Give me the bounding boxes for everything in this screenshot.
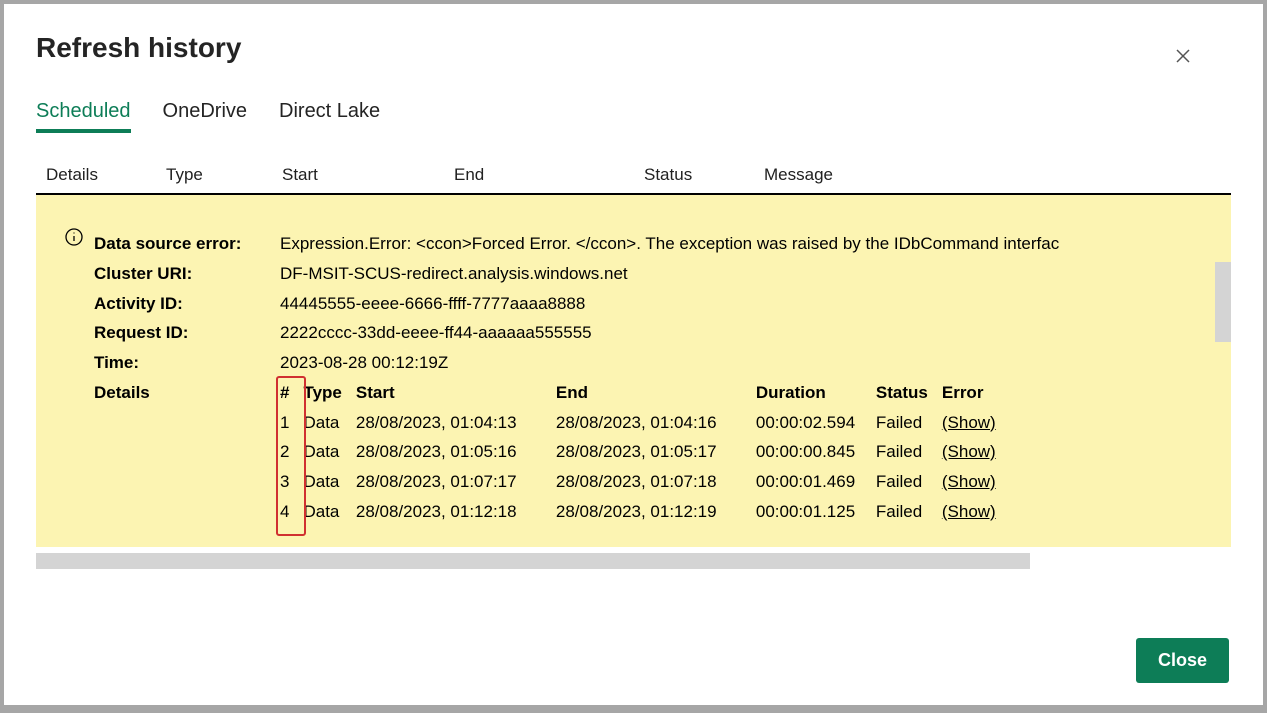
column-headers: Details Type Start End Status Message: [36, 165, 1231, 195]
col-type: Type: [166, 165, 282, 185]
cell-status: Failed: [876, 467, 942, 497]
cell-end: 28/08/2023, 01:07:18: [556, 467, 756, 497]
dh-error: Error: [942, 378, 1010, 408]
cell-duration: 00:00:00.845: [756, 437, 876, 467]
label-details: Details: [94, 378, 280, 408]
col-message: Message: [764, 165, 1231, 185]
dh-type: Type: [303, 378, 355, 408]
cell-duration: 00:00:01.469: [756, 467, 876, 497]
details-table: # Type Start End Duration Status Error 1…: [280, 378, 1010, 527]
label-activity-id: Activity ID:: [94, 289, 280, 319]
col-details: Details: [46, 165, 166, 185]
cell-duration: 00:00:01.125: [756, 497, 876, 527]
value-time: 2023-08-28 00:12:19Z: [280, 348, 448, 378]
cell-start: 28/08/2023, 01:04:13: [356, 408, 556, 438]
highlight-box: [276, 376, 306, 536]
value-request-id: 2222cccc-33dd-eeee-ff44-aaaaaa555555: [280, 318, 592, 348]
value-activity-id: 44445555-eeee-6666-ffff-7777aaaa8888: [280, 289, 585, 319]
page-title: Refresh history: [36, 32, 1231, 64]
show-error-link[interactable]: (Show): [942, 413, 996, 432]
cell-status: Failed: [876, 497, 942, 527]
close-icon[interactable]: [1171, 44, 1195, 68]
table-row: 1Data28/08/2023, 01:04:1328/08/2023, 01:…: [280, 408, 1010, 438]
cell-duration: 00:00:02.594: [756, 408, 876, 438]
cell-end: 28/08/2023, 01:05:17: [556, 437, 756, 467]
cell-start: 28/08/2023, 01:12:18: [356, 497, 556, 527]
label-cluster-uri: Cluster URI:: [94, 259, 280, 289]
tab-onedrive[interactable]: OneDrive: [163, 100, 247, 133]
cell-start: 28/08/2023, 01:05:16: [356, 437, 556, 467]
col-end: End: [454, 165, 644, 185]
dh-status: Status: [876, 378, 942, 408]
tabs: Scheduled OneDrive Direct Lake: [36, 100, 1231, 133]
error-panel: Data source error: Expression.Error: <cc…: [36, 195, 1231, 547]
cell-status: Failed: [876, 408, 942, 438]
cell-status: Failed: [876, 437, 942, 467]
table-row: 3Data28/08/2023, 01:07:1728/08/2023, 01:…: [280, 467, 1010, 497]
table-row: 2Data28/08/2023, 01:05:1628/08/2023, 01:…: [280, 437, 1010, 467]
cell-end: 28/08/2023, 01:04:16: [556, 408, 756, 438]
dh-duration: Duration: [756, 378, 876, 408]
cell-type: Data: [303, 497, 355, 527]
close-button[interactable]: Close: [1136, 638, 1229, 683]
dh-start: Start: [356, 378, 556, 408]
show-error-link[interactable]: (Show): [942, 472, 996, 491]
value-source-error: Expression.Error: <ccon>Forced Error. </…: [280, 229, 1059, 259]
show-error-link[interactable]: (Show): [942, 502, 996, 521]
horizontal-scrollbar[interactable]: [36, 553, 1030, 569]
info-icon: [64, 227, 84, 247]
col-start: Start: [282, 165, 454, 185]
tab-direct-lake[interactable]: Direct Lake: [279, 100, 380, 133]
tab-scheduled[interactable]: Scheduled: [36, 100, 131, 133]
cell-type: Data: [303, 467, 355, 497]
cell-type: Data: [303, 408, 355, 438]
col-status: Status: [644, 165, 764, 185]
vertical-scrollbar[interactable]: [1215, 262, 1231, 342]
cell-end: 28/08/2023, 01:12:19: [556, 497, 756, 527]
value-cluster-uri: DF-MSIT-SCUS-redirect.analysis.windows.n…: [280, 259, 628, 289]
dh-end: End: [556, 378, 756, 408]
cell-start: 28/08/2023, 01:07:17: [356, 467, 556, 497]
label-time: Time:: [94, 348, 280, 378]
show-error-link[interactable]: (Show): [942, 442, 996, 461]
table-row: 4Data28/08/2023, 01:12:1828/08/2023, 01:…: [280, 497, 1010, 527]
refresh-history-modal: Refresh history Scheduled OneDrive Direc…: [4, 4, 1263, 705]
label-request-id: Request ID:: [94, 318, 280, 348]
cell-type: Data: [303, 437, 355, 467]
label-source-error: Data source error:: [94, 229, 280, 259]
